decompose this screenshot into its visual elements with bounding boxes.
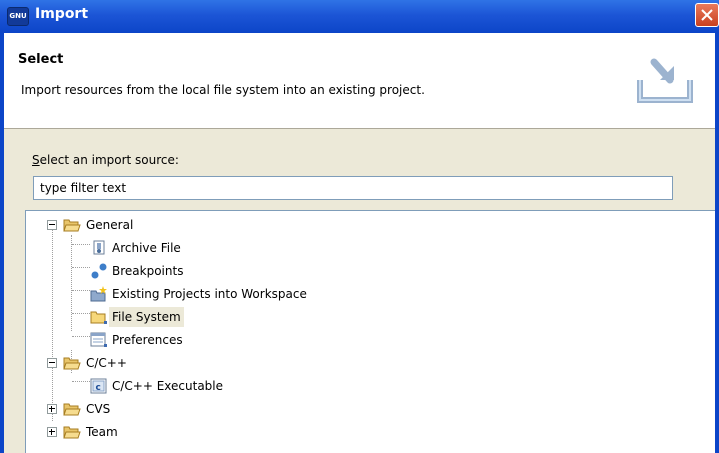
tree-item-label: Archive File [112,241,181,255]
tree-item-label: General [86,218,134,232]
wizard-content: Select an import source: General [4,129,715,453]
import-wizard-icon [637,58,693,103]
tree-item-label: Team [86,425,118,439]
svg-text:c: c [96,383,101,393]
preferences-icon [90,332,107,347]
import-source-tree[interactable]: General Archive File Breakpoints Existin… [25,210,715,453]
title-bar[interactable]: GNU Import [0,0,719,33]
tree-item-label: CVS [86,402,111,416]
app-icon: GNU [7,7,29,26]
folder-icon [90,311,107,324]
tree-item-label: C/C++ Executable [112,379,224,393]
close-icon [701,9,713,21]
open-folder-icon [63,403,81,416]
open-folder-icon [63,426,81,439]
page-description: Import resources from the local file sys… [21,83,425,97]
tree-item-archive-file[interactable]: Archive File [26,238,326,258]
close-button[interactable] [695,3,719,27]
tree-item-label: Breakpoints [112,264,184,278]
tree-item-label: Preferences [112,333,183,347]
tree-item-breakpoints[interactable]: Breakpoints [26,261,326,281]
filter-input[interactable] [33,176,673,200]
open-folder-icon [63,219,81,232]
c-executable-icon: c [90,378,107,394]
import-source-label: Select an import source: [32,153,179,167]
tree-item-label: C/C++ [86,356,127,370]
tree-item-cpp[interactable]: C/C++ [26,353,326,373]
window-border-right [715,33,719,453]
open-folder-icon [63,357,81,370]
expand-icon[interactable] [47,404,57,414]
tree-item-label: Existing Projects into Workspace [112,287,307,301]
collapse-icon[interactable] [47,220,57,230]
tree-item-cvs[interactable]: CVS [26,399,326,419]
tree-item-general[interactable]: General [26,215,326,235]
tree-item-file-system[interactable]: File System [26,307,326,327]
archive-file-icon [93,240,105,255]
wizard-header: Select Import resources from the local f… [4,33,715,129]
project-folder-icon [90,286,107,302]
breakpoints-icon [91,263,107,279]
expand-icon[interactable] [47,427,57,437]
window-title: Import [35,6,89,22]
tree-item-label: File System [109,307,184,327]
page-title: Select [18,52,64,67]
tree-item-team[interactable]: Team [26,422,326,442]
tree-item-cpp-executable[interactable]: c C/C++ Executable [26,376,326,396]
tree-item-preferences[interactable]: Preferences [26,330,326,350]
tree-item-existing-projects[interactable]: Existing Projects into Workspace [26,284,346,304]
collapse-icon[interactable] [47,358,57,368]
